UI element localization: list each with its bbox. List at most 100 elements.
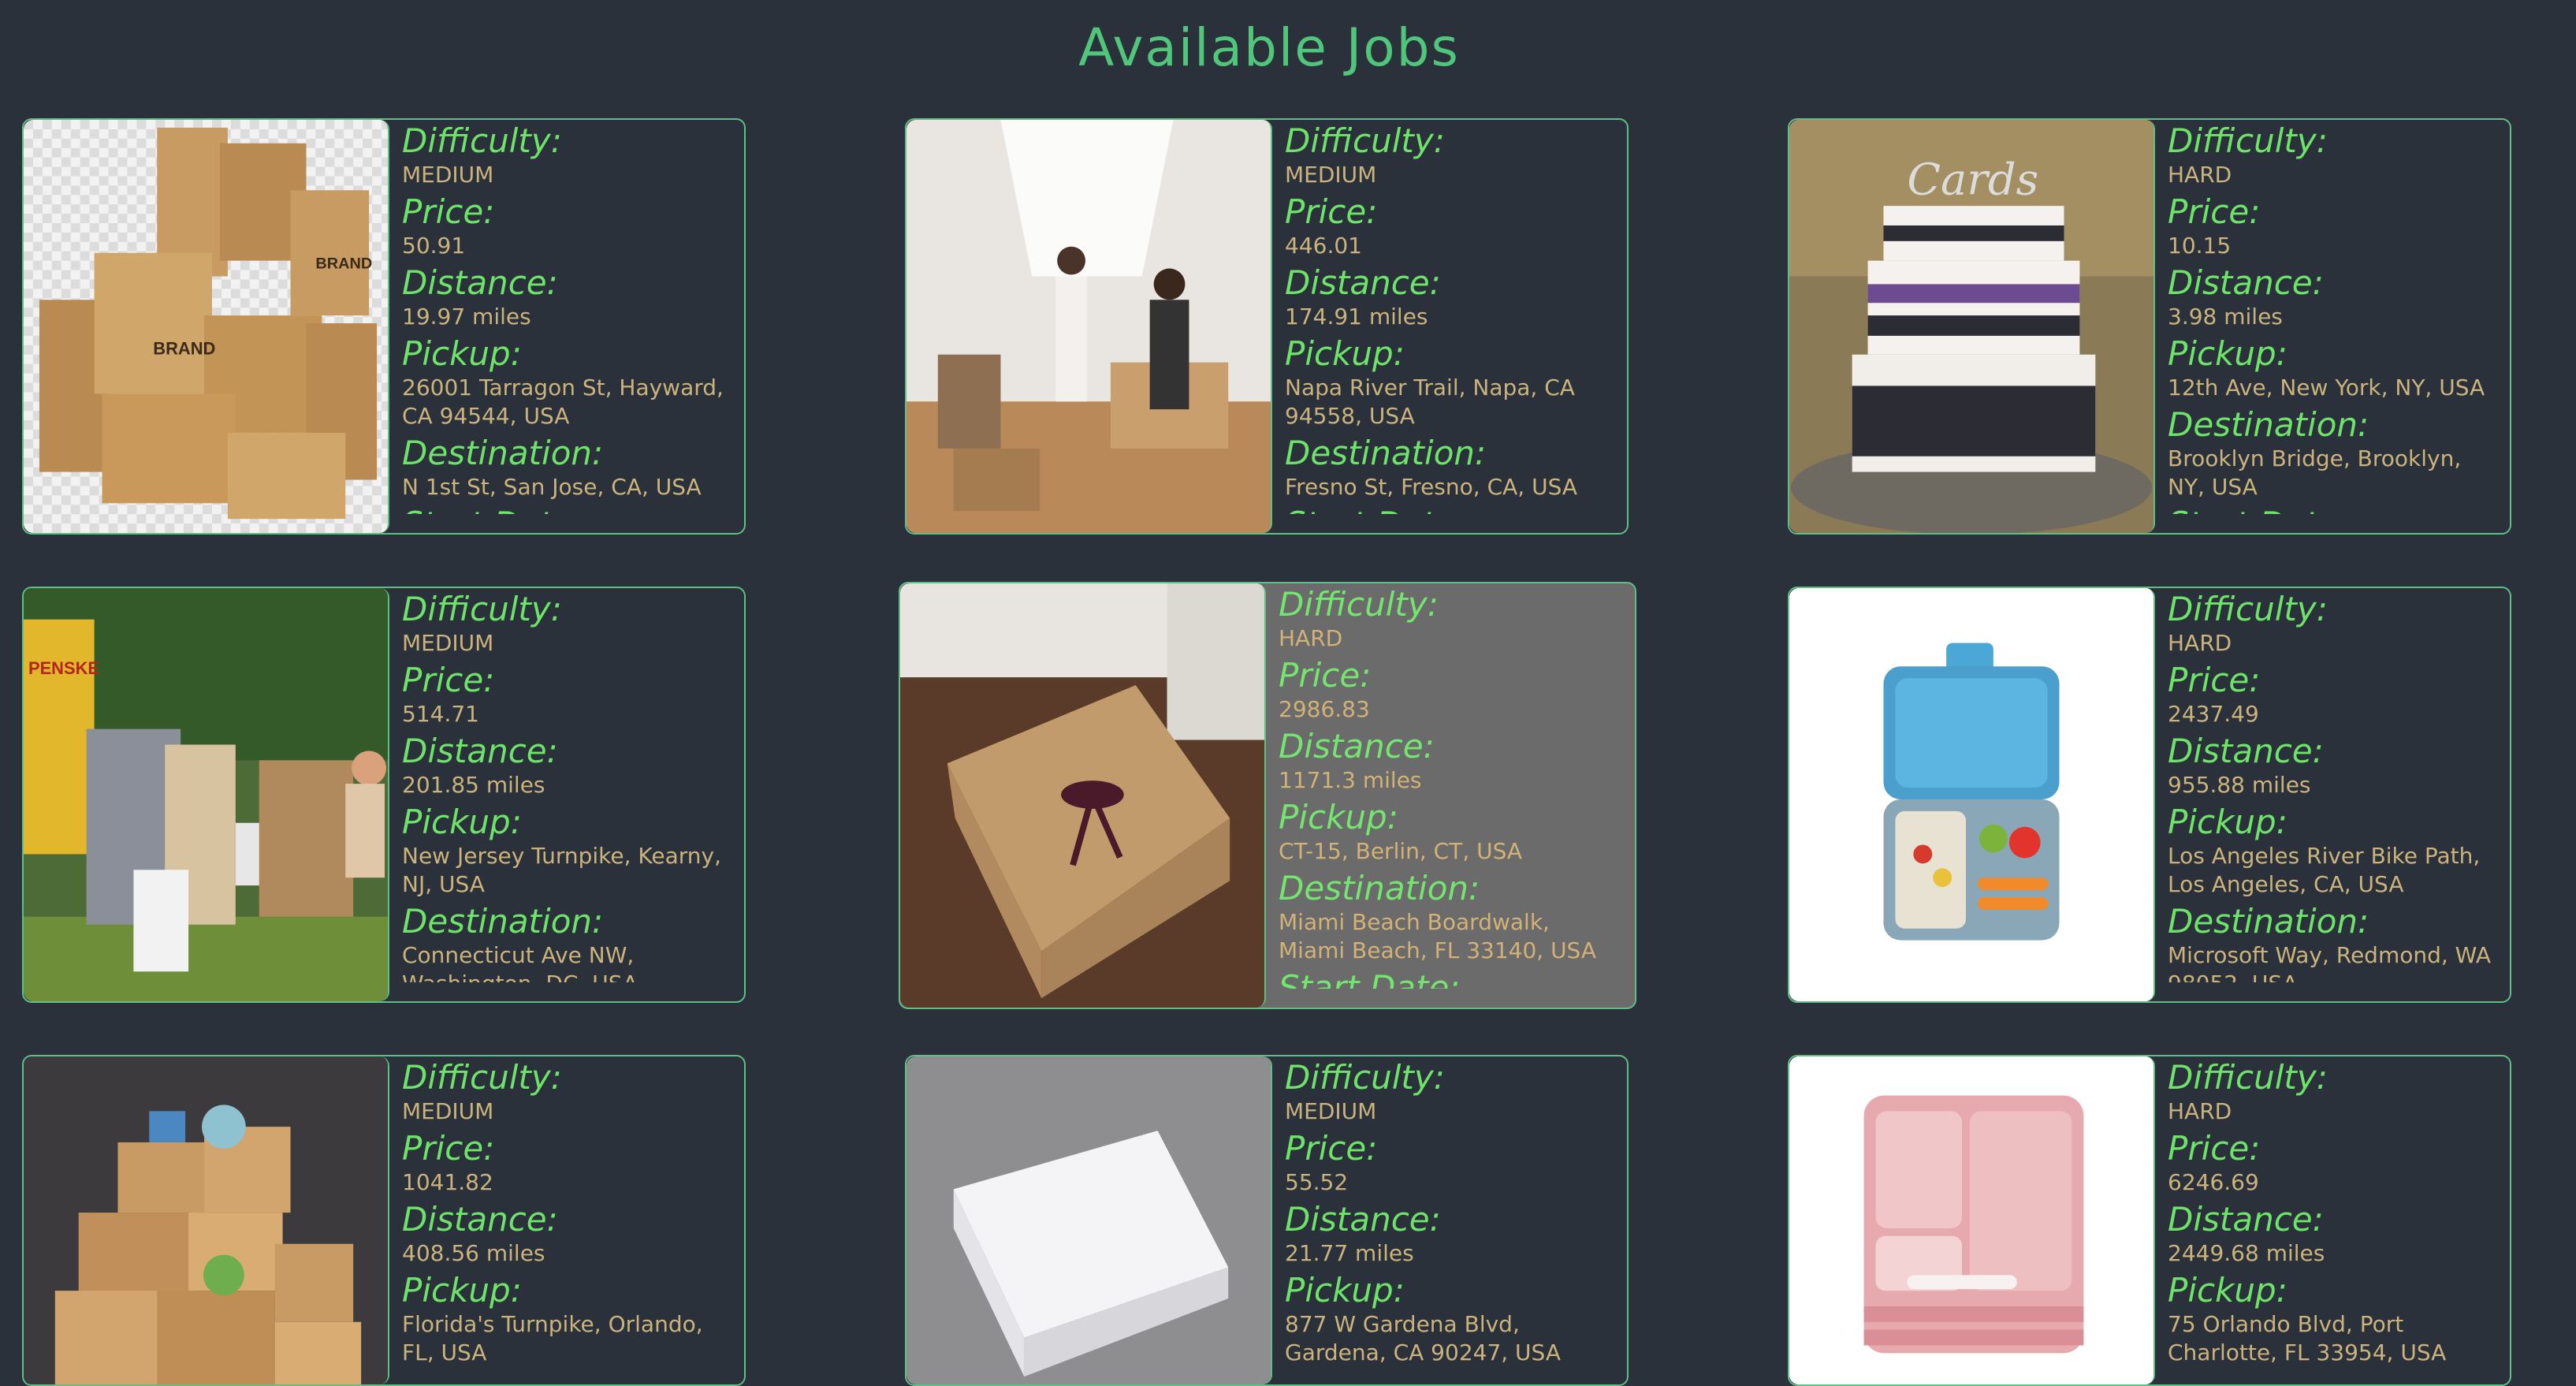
difficulty-label: Difficulty:	[1279, 585, 1439, 624]
destination-value: N 1st St, San Jose, CA, USA	[402, 474, 702, 500]
price-label: Price:	[2168, 1129, 2261, 1168]
job-card-hovered[interactable]: Difficulty: HARD Price: 2986.83 Distance…	[899, 582, 1636, 1009]
svg-text:PENSKE: PENSKE	[28, 658, 99, 678]
distance-label: Distance:	[402, 732, 558, 770]
destination-value: Fresno St, Fresno, CA, USA	[1285, 474, 1578, 500]
destination-label: Destination:	[402, 434, 604, 472]
distance-value: 201.85 miles	[402, 772, 545, 798]
pickup-value: 12th Ave, New York, NY, USA	[2168, 374, 2485, 401]
destination-label: Destination:	[2168, 405, 2369, 444]
job-details: Difficulty: HARD Price: 2986.83 Distance…	[1279, 585, 1619, 989]
jobs-grid: BRAND BRAND Difficulty: MEDIUM Price: 50…	[0, 0, 2576, 1386]
difficulty-value: HARD	[2168, 162, 2232, 188]
job-details: Difficulty: MEDIUM Price: 1041.82 Distan…	[402, 1058, 728, 1366]
destination-value: Connecticut Ave NW, Washington, DC, USA	[402, 942, 638, 982]
price-value: 50.91	[402, 233, 466, 259]
job-card[interactable]: Cards Difficulty: HARD Price: 10.15 Dist…	[1788, 118, 2511, 535]
difficulty-label: Difficulty:	[2168, 590, 2328, 628]
pickup-value: Los Angeles River Bike Path, Los Angeles…	[2168, 843, 2481, 897]
difficulty-value: HARD	[2168, 630, 2232, 656]
difficulty-value: MEDIUM	[1285, 1098, 1377, 1124]
price-value: 6246.69	[2168, 1169, 2259, 1195]
pickup-value: CT-15, Berlin, CT, USA	[1279, 838, 1523, 864]
job-image-furniture-on-lawn-with-truck: PENSKE	[24, 588, 389, 1001]
destination-value: Brooklyn Bridge, Brooklyn, NY, USA	[2168, 445, 2462, 500]
pickup-value: Napa River Trail, Napa, CA 94558, USA	[1285, 374, 1575, 429]
distance-value: 21.77 miles	[1285, 1240, 1414, 1266]
svg-text:BRAND: BRAND	[153, 339, 215, 359]
distance-value: 1171.3 miles	[1279, 767, 1422, 793]
svg-text:BRAND: BRAND	[315, 255, 372, 273]
job-details: Difficulty: HARD Price: 2437.49 Distance…	[2168, 590, 2494, 982]
destination-value: Microsoft Way, Redmond, WA 98052, USA	[2168, 942, 2491, 982]
pickup-label: Pickup:	[402, 1271, 522, 1310]
job-details: Difficulty: MEDIUM Price: 55.52 Distance…	[1285, 1058, 1611, 1366]
job-card[interactable]: Difficulty: HARD Price: 6246.69 Distance…	[1788, 1055, 2511, 1386]
job-details: Difficulty: MEDIUM Price: 446.01 Distanc…	[1285, 121, 1611, 514]
pickup-label: Pickup:	[2168, 803, 2288, 841]
job-card[interactable]: Difficulty: HARD Price: 2437.49 Distance…	[1788, 587, 2511, 1003]
job-card[interactable]: Difficulty: MEDIUM Price: 1041.82 Distan…	[22, 1055, 746, 1386]
distance-value: 2449.68 miles	[2168, 1240, 2325, 1266]
pickup-label: Pickup:	[402, 334, 522, 373]
job-image-pink-bento-lunchbox	[1789, 1056, 2155, 1384]
difficulty-value: MEDIUM	[402, 1098, 494, 1124]
pickup-label: Pickup:	[1285, 1271, 1405, 1310]
distance-label: Distance:	[1279, 727, 1435, 766]
pickup-label: Pickup:	[1279, 798, 1398, 836]
distance-label: Distance:	[2168, 1200, 2324, 1239]
job-details: Difficulty: HARD Price: 10.15 Distance: …	[2168, 121, 2494, 514]
difficulty-label: Difficulty:	[402, 590, 562, 628]
price-value: 514.71	[402, 701, 479, 727]
distance-value: 408.56 miles	[402, 1240, 545, 1266]
distance-label: Distance:	[402, 1200, 558, 1239]
pickup-value: 26001 Tarragon St, Hayward, CA 94544, US…	[402, 374, 724, 429]
price-value: 2437.49	[2168, 701, 2259, 727]
difficulty-label: Difficulty:	[1285, 121, 1445, 160]
price-value: 55.52	[1285, 1169, 1349, 1195]
distance-label: Distance:	[402, 263, 558, 302]
price-value: 10.15	[2168, 233, 2232, 259]
pickup-value: New Jersey Turnpike, Kearny, NJ, USA	[402, 843, 722, 897]
pickup-value: 75 Orlando Blvd, Port Charlotte, FL 3395…	[2168, 1311, 2447, 1366]
job-card[interactable]: Difficulty: MEDIUM Price: 446.01 Distanc…	[905, 118, 1629, 535]
difficulty-label: Difficulty:	[402, 121, 562, 160]
start-date-label: Start Date:	[1285, 505, 1611, 514]
difficulty-value: HARD	[2168, 1098, 2232, 1124]
start-date-label: Start Date:	[1279, 968, 1461, 989]
price-label: Price:	[1279, 656, 1372, 695]
difficulty-label: Difficulty:	[2168, 121, 2328, 160]
destination-label: Destination:	[2168, 902, 2369, 941]
difficulty-value: HARD	[1279, 625, 1343, 651]
distance-label: Distance:	[1285, 1200, 1441, 1239]
difficulty-label: Difficulty:	[402, 1058, 562, 1097]
job-card[interactable]: PENSKE Difficulty: MEDIUM Price: 514.71 …	[22, 587, 746, 1003]
pickup-label: Pickup:	[402, 803, 522, 841]
distance-value: 174.91 miles	[1285, 304, 1428, 330]
price-label: Price:	[402, 661, 495, 699]
pickup-value: 877 W Gardena Blvd, Gardena, CA 90247, U…	[1285, 1311, 1561, 1366]
difficulty-value: MEDIUM	[402, 162, 494, 188]
job-card[interactable]: BRAND BRAND Difficulty: MEDIUM Price: 50…	[22, 118, 746, 535]
job-image-blue-bento-lunchbox	[1789, 588, 2155, 1001]
distance-value: 955.88 miles	[2168, 772, 2311, 798]
job-image-pile-of-moving-boxes	[24, 1056, 389, 1384]
price-label: Price:	[1285, 192, 1378, 231]
distance-label: Distance:	[1285, 263, 1441, 302]
pickup-label: Pickup:	[2168, 334, 2288, 373]
price-value: 2986.83	[1279, 696, 1370, 722]
price-label: Price:	[402, 192, 495, 231]
price-label: Price:	[2168, 661, 2261, 699]
distance-value: 19.97 miles	[402, 304, 531, 330]
destination-label: Destination:	[1279, 869, 1480, 907]
job-details: Difficulty: MEDIUM Price: 50.91 Distance…	[402, 121, 728, 514]
job-card[interactable]: Difficulty: MEDIUM Price: 55.52 Distance…	[905, 1055, 1629, 1386]
price-label: Price:	[402, 1129, 495, 1168]
job-details: Difficulty: MEDIUM Price: 514.71 Distanc…	[402, 590, 728, 982]
distance-label: Distance:	[2168, 263, 2324, 302]
job-details: Difficulty: HARD Price: 6246.69 Distance…	[2168, 1058, 2494, 1366]
price-label: Price:	[2168, 192, 2261, 231]
destination-label: Destination:	[402, 902, 604, 941]
difficulty-label: Difficulty:	[2168, 1058, 2328, 1097]
start-date-label: Start Date:	[402, 505, 728, 514]
